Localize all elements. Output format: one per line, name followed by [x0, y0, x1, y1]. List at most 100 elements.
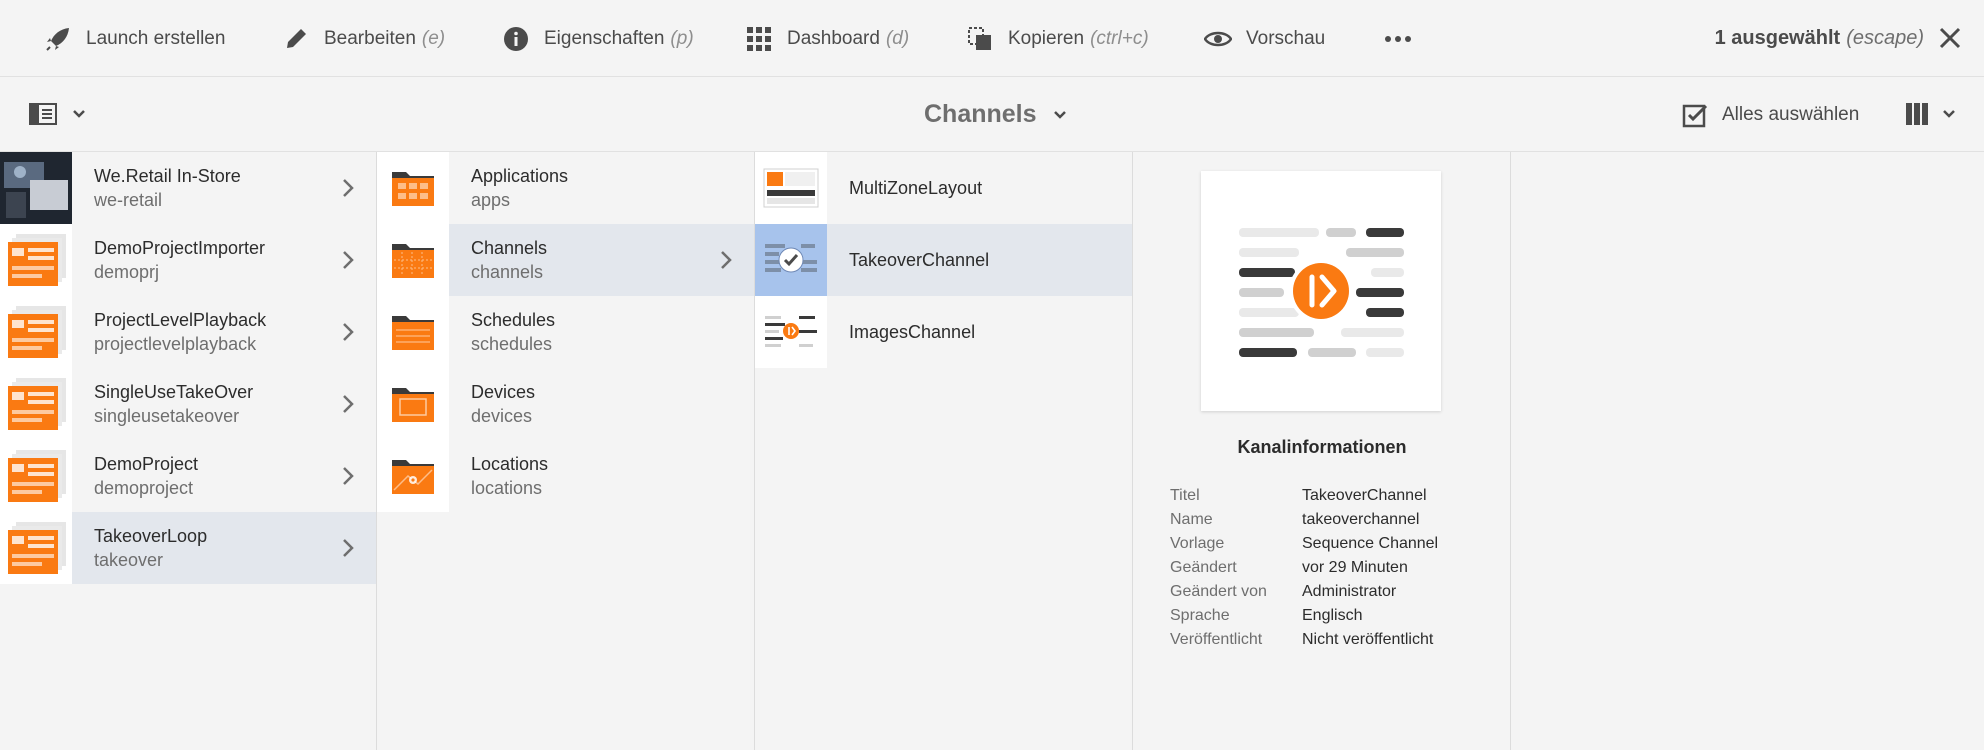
chevron-down-icon: [73, 110, 85, 118]
launch-create-button[interactable]: Launch erstellen: [44, 0, 225, 77]
project-thumbnail: [0, 512, 72, 584]
folder-name: channels: [471, 262, 544, 282]
project-title: DemoProjectImporter: [94, 238, 266, 258]
metadata-value: Sequence Channel: [1302, 535, 1439, 552]
metadata-value: Englisch: [1302, 607, 1363, 624]
list-item[interactable]: Locations locations: [377, 440, 754, 512]
folder-name: apps: [471, 190, 511, 210]
channel-preview-image: [1201, 171, 1441, 411]
list-item[interactable]: MultiZoneLayout: [755, 152, 1132, 224]
channel-title: TakeoverChannel: [849, 250, 990, 270]
preview-heading: Kanalinformationen: [1237, 437, 1407, 457]
column-view-icon: [1906, 103, 1928, 125]
projects-column: We.Retail In-Store we-retail DemoProject…: [0, 152, 377, 750]
project-name: demoproject: [94, 478, 194, 498]
chevron-right-icon: [343, 179, 354, 197]
chevron-right-icon: [721, 251, 732, 269]
project-title: SingleUseTakeOver: [94, 382, 254, 402]
channel-thumbnail: [755, 296, 827, 368]
info-icon: [502, 25, 530, 53]
metadata-value: vor 29 Minuten: [1302, 559, 1408, 576]
project-thumbnail: [0, 368, 72, 440]
copy-label: Kopieren: [1008, 27, 1085, 49]
list-item[interactable]: ProjectLevelPlayback projectlevelplaybac…: [0, 296, 376, 368]
project-name: takeover: [94, 550, 164, 570]
metadata-value: Nicht veröffentlicht: [1302, 631, 1434, 648]
metadata-row: Vorlage Sequence Channel: [1170, 532, 1438, 556]
list-item[interactable]: Channels channels: [377, 224, 754, 296]
preview-button[interactable]: Vorschau: [1204, 0, 1325, 77]
title-bar: Channels Alles auswählen: [0, 77, 1984, 152]
folder-icon: [377, 368, 449, 440]
edit-button[interactable]: Bearbeiten (e): [282, 0, 445, 77]
copy-icon: [966, 25, 994, 53]
folder-title: Schedules: [471, 310, 556, 330]
folder-name: devices: [471, 406, 533, 426]
metadata-key: Vorlage: [1170, 535, 1225, 552]
folder-icon: [377, 224, 449, 296]
list-item[interactable]: ImagesChannel: [755, 296, 1132, 368]
channels-column: MultiZoneLayout TakeoverChannel ImagesCh…: [755, 152, 1133, 750]
chevron-right-icon: [343, 251, 354, 269]
folder-icon: [377, 440, 449, 512]
metadata-key: Titel: [1170, 487, 1200, 504]
rail-icon: [29, 103, 57, 125]
folder-title: Channels: [471, 238, 548, 258]
pencil-icon: [282, 25, 310, 53]
list-item[interactable]: We.Retail In-Store we-retail: [0, 152, 376, 224]
page-title-text: Channels: [924, 100, 1037, 128]
select-all-button[interactable]: Alles auswählen: [1682, 77, 1859, 152]
rail-toggle-button[interactable]: [28, 101, 86, 127]
folder-name: schedules: [471, 334, 553, 354]
project-name: projectlevelplayback: [94, 334, 257, 354]
metadata-row: Geändert von Administrator: [1170, 580, 1438, 604]
launch-create-label: Launch erstellen: [86, 27, 226, 49]
preview-label: Vorschau: [1246, 27, 1326, 49]
dashboard-button[interactable]: Dashboard (d): [745, 0, 909, 77]
checkbox-icon: [1682, 104, 1708, 127]
project-title: TakeoverLoop: [94, 526, 208, 546]
dashboard-label: Dashboard: [787, 27, 880, 49]
list-item[interactable]: DemoProjectImporter demoprj: [0, 224, 376, 296]
project-thumbnail: [0, 440, 72, 512]
properties-shortcut: (p): [670, 27, 694, 49]
metadata-key: Veröffentlicht: [1170, 631, 1263, 648]
action-bar: Launch erstellen Bearbeiten (e) Eigensch…: [0, 0, 1984, 77]
properties-button[interactable]: Eigenschaften (p): [502, 0, 694, 77]
project-thumbnail: [0, 296, 72, 368]
metadata-key: Name: [1170, 511, 1213, 528]
copy-shortcut: (ctrl+c): [1090, 27, 1149, 49]
list-item[interactable]: Schedules schedules: [377, 296, 754, 368]
project-name: demoprj: [94, 262, 160, 282]
metadata-row: Sprache Englisch: [1170, 604, 1438, 628]
list-item[interactable]: Applications apps: [377, 152, 754, 224]
more-actions-button[interactable]: [1384, 0, 1426, 77]
metadata-row: Titel TakeoverChannel: [1170, 484, 1438, 508]
folder-icon: [377, 152, 449, 224]
channel-thumbnail: [755, 152, 827, 224]
folder-title: Locations: [471, 454, 549, 474]
grid-icon: [745, 25, 773, 53]
close-selection-button[interactable]: [1936, 24, 1964, 52]
view-switcher[interactable]: [1904, 101, 1956, 127]
list-item[interactable]: Devices devices: [377, 368, 754, 440]
page-title[interactable]: Channels: [924, 77, 1067, 152]
selection-status: 1 ausgewählt (escape): [1715, 0, 1924, 77]
close-icon: [1939, 27, 1961, 49]
selection-hint: (escape): [1846, 27, 1924, 49]
properties-label: Eigenschaften: [544, 27, 665, 49]
project-thumbnail: [0, 224, 72, 296]
metadata-row: Name takeoverchannel: [1170, 508, 1438, 532]
metadata-row: Geändert vor 29 Minuten: [1170, 556, 1438, 580]
channel-thumbnail: [755, 224, 827, 296]
channel-title: ImagesChannel: [849, 322, 976, 342]
list-item[interactable]: DemoProject demoproject: [0, 440, 376, 512]
list-item[interactable]: TakeoverChannel: [755, 224, 1132, 296]
list-item[interactable]: TakeoverLoop takeover: [0, 512, 376, 584]
selection-count: 1 ausgewählt: [1714, 27, 1841, 49]
channel-metadata: Titel TakeoverChannel Name takeoverchann…: [1170, 484, 1438, 652]
folder-title: Applications: [471, 166, 569, 186]
copy-button[interactable]: Kopieren (ctrl+c): [966, 0, 1149, 77]
project-name: we-retail: [94, 190, 163, 210]
list-item[interactable]: SingleUseTakeOver singleusetakeover: [0, 368, 376, 440]
